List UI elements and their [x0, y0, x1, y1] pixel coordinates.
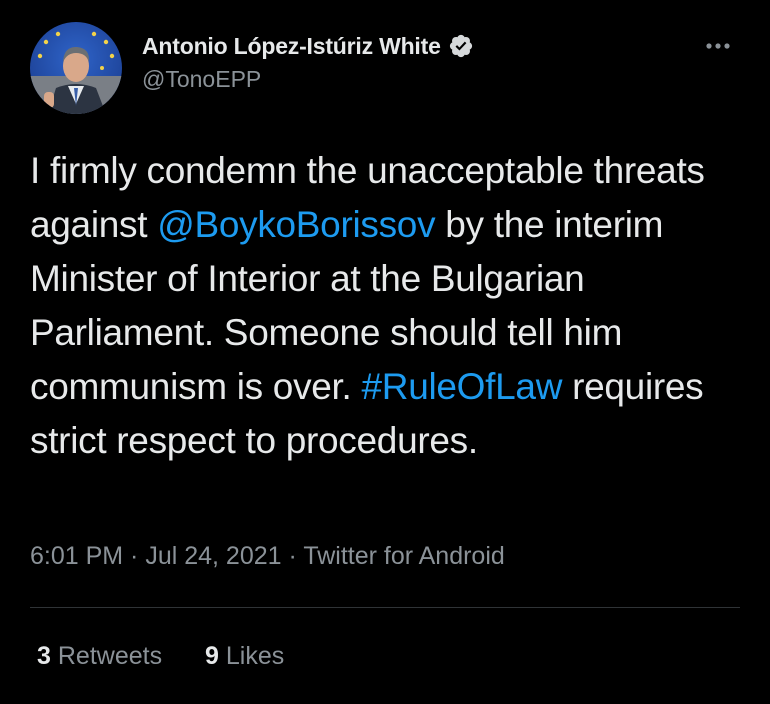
mention-link[interactable]: @BoykoBorissov — [157, 204, 435, 245]
divider — [30, 607, 740, 608]
retweets-stat[interactable]: 3 Retweets — [37, 642, 162, 671]
author-handle[interactable]: @TonoEPP — [142, 66, 474, 93]
author-block[interactable]: Antonio López-Istúriz White @TonoEPP — [142, 30, 474, 93]
author-display-name[interactable]: Antonio López-Istúriz White — [142, 33, 441, 60]
more-options-icon[interactable] — [700, 36, 736, 56]
avatar[interactable] — [30, 22, 122, 114]
meta-separator: · — [123, 542, 146, 570]
tweet-text: I firmly condemn the unacceptable threat… — [30, 144, 750, 468]
tweet-stats: 3 Retweets 9 Likes — [37, 642, 284, 671]
meta-separator: · — [281, 542, 304, 570]
tweet-meta: 6:01 PM · Jul 24, 2021 · Twitter for And… — [30, 542, 505, 571]
verified-badge-icon — [448, 33, 474, 59]
author-name-row: Antonio López-Istúriz White — [142, 30, 474, 62]
hashtag-link[interactable]: #RuleOfLaw — [362, 366, 563, 407]
avatar-photo — [30, 22, 122, 114]
retweets-count: 3 — [37, 642, 51, 670]
retweets-label: Retweets — [57, 642, 163, 670]
likes-stat[interactable]: 9 Likes — [205, 642, 284, 671]
likes-label: Likes — [225, 642, 285, 670]
tweet-card: Antonio López-Istúriz White @TonoEPP I f… — [0, 0, 770, 704]
likes-count: 9 — [205, 642, 219, 670]
tweet-source[interactable]: Twitter for Android — [303, 542, 504, 570]
tweet-date[interactable]: Jul 24, 2021 — [145, 542, 281, 570]
tweet-time[interactable]: 6:01 PM — [30, 542, 123, 570]
